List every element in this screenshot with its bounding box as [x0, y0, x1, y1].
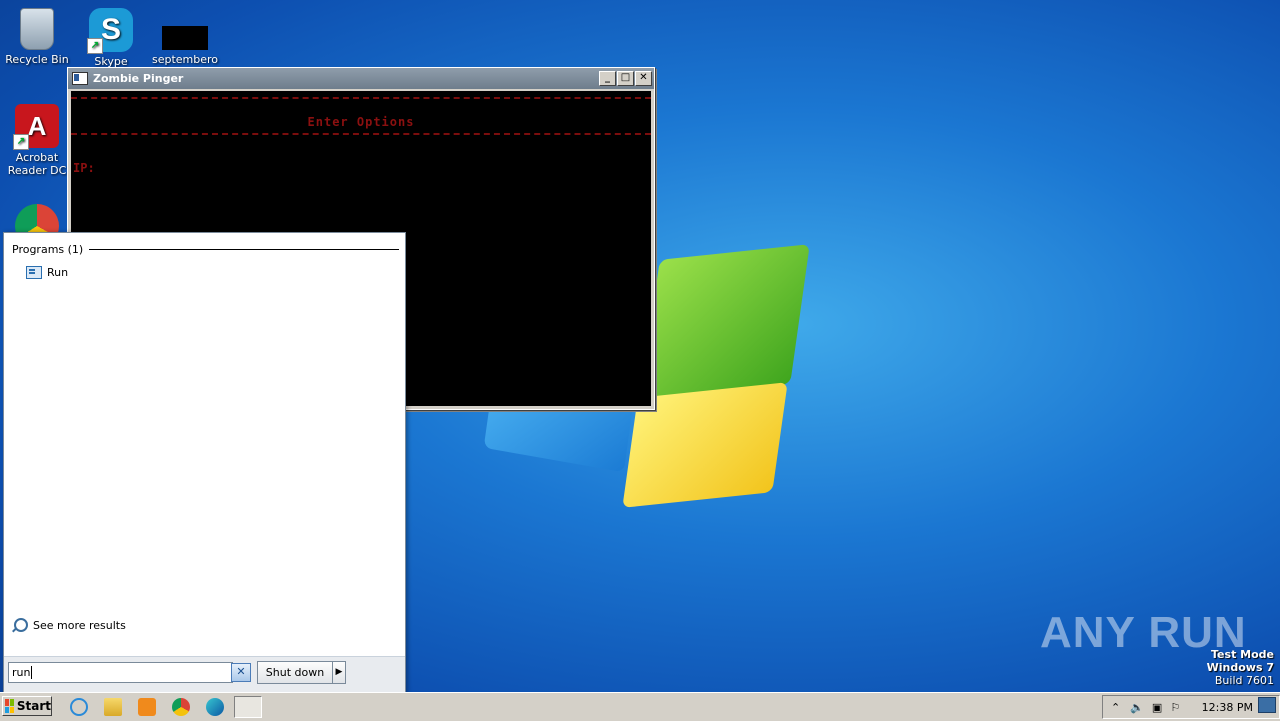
see-more-label: See more results: [33, 618, 126, 632]
start-search-input[interactable]: run: [8, 662, 233, 683]
console-heading: Enter Options: [307, 115, 415, 129]
divider: [71, 133, 651, 135]
show-desktop-icon[interactable]: [1258, 697, 1276, 713]
windows-flag-icon: [5, 699, 14, 713]
network-icon[interactable]: ▣: [1152, 701, 1162, 714]
desktop-icon-recycle-bin[interactable]: Recycle Bin: [0, 8, 74, 66]
search-result-run[interactable]: Run: [24, 264, 184, 281]
shutdown-options-arrow-icon[interactable]: ▶: [332, 661, 346, 684]
shortcut-arrow-icon: ↗: [87, 38, 103, 54]
console-app-icon[interactable]: [234, 696, 262, 718]
ie-icon[interactable]: [70, 698, 88, 716]
start-label: Start: [16, 699, 51, 713]
system-tray: ⌃ 🔈 ▣ ⚐ 12:38 PM: [1102, 695, 1280, 719]
close-button[interactable]: ✕: [635, 71, 652, 86]
acrobat-icon: A ↗: [13, 104, 59, 150]
window-title: Zombie Pinger: [93, 72, 184, 85]
media-player-icon[interactable]: [138, 698, 156, 716]
os-name-line: Windows 7: [1206, 661, 1274, 674]
test-mode-label: Test Mode Windows 7 Build 7601: [1207, 648, 1274, 687]
build-line: Build 7601: [1214, 674, 1274, 687]
clear-search-button[interactable]: ✕: [231, 663, 251, 682]
shortcut-arrow-icon: ↗: [13, 134, 29, 150]
recycle-bin-icon: [20, 8, 54, 50]
desktop-icon-label: Recycle Bin: [5, 53, 69, 66]
console-prompt: IP:: [73, 161, 95, 175]
programs-header: Programs (1): [12, 243, 399, 256]
test-mode-line: Test Mode: [1211, 648, 1274, 661]
divider: [71, 97, 651, 99]
window-titlebar[interactable]: Zombie Pinger _ □ ✕: [68, 68, 654, 89]
redacted-file-icon: [162, 26, 208, 50]
programs-header-label: Programs (1): [12, 243, 84, 256]
maximize-button[interactable]: □: [617, 71, 634, 86]
action-center-flag-icon[interactable]: ⚐: [1170, 701, 1180, 714]
run-icon: [26, 266, 42, 279]
divider: [89, 249, 399, 250]
start-button[interactable]: Start: [2, 696, 52, 716]
clock[interactable]: 12:38 PM: [1202, 701, 1253, 714]
search-icon: [14, 618, 28, 632]
desktop-icon-label: Acrobat Reader DC: [7, 151, 67, 177]
chrome-icon[interactable]: [172, 698, 190, 716]
see-more-results-link[interactable]: See more results: [14, 618, 126, 632]
edge-icon[interactable]: [206, 698, 224, 716]
minimize-button[interactable]: _: [599, 71, 616, 86]
taskbar: Start ⌃ 🔈 ▣ ⚐ 12:38 PM: [0, 692, 1280, 721]
desktop-icon-septembero[interactable]: septembero: [148, 8, 222, 66]
skype-icon: S ↗: [87, 8, 133, 54]
explorer-icon[interactable]: [104, 698, 122, 716]
desktop-icon-skype[interactable]: S ↗ Skype: [74, 8, 148, 68]
console-app-icon: [72, 72, 88, 85]
volume-icon[interactable]: 🔈: [1130, 701, 1144, 714]
search-value: run: [12, 666, 31, 679]
start-menu[interactable]: Programs (1) Run See more results run ✕ …: [3, 232, 406, 694]
desktop-icon-label: septembero: [151, 53, 219, 66]
show-hidden-icons-button[interactable]: ⌃: [1111, 701, 1120, 714]
shutdown-button[interactable]: Shut down: [257, 661, 333, 684]
start-menu-footer: run ✕ Shut down ▶: [4, 656, 405, 693]
search-result-label: Run: [47, 266, 69, 279]
desktop-icon-acrobat[interactable]: A ↗ Acrobat Reader DC: [0, 104, 74, 177]
